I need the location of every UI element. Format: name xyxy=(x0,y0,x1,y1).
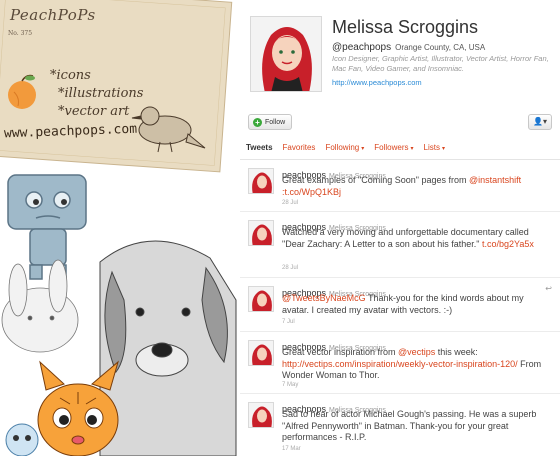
tweet-link[interactable]: http://vectips.com/inspiration/weekly-ve… xyxy=(282,359,518,369)
dog-sketch xyxy=(99,240,237,456)
card-logo: PeachPoPs xyxy=(10,6,96,24)
tweet-avatar[interactable] xyxy=(248,402,274,428)
profile-website-link[interactable]: http://www.peachpops.com xyxy=(332,78,422,87)
profile-avatar[interactable] xyxy=(250,16,322,92)
tweet-mention[interactable]: @vectips xyxy=(398,347,435,357)
card-line-icons: *icons xyxy=(50,68,91,83)
tweet-avatar[interactable] xyxy=(248,220,274,246)
profile-tabs: Tweets Favorites Following ▾ Followers ▾ L… xyxy=(240,136,560,160)
tab-favorites[interactable]: Favorites xyxy=(283,143,316,152)
tweet-avatar[interactable] xyxy=(248,168,274,194)
tweet-timestamp[interactable]: 7 May xyxy=(282,382,298,388)
blue-creature-icon xyxy=(5,423,39,456)
user-actions-button[interactable]: 👤▾ xyxy=(528,114,552,130)
card-number: No. 375 xyxy=(8,30,33,37)
tiger-cat-icon xyxy=(37,360,119,456)
tweet-timestamp[interactable]: 7 Jul xyxy=(282,319,295,325)
plus-icon: + xyxy=(253,117,262,127)
card-line-vector-art: *vector art xyxy=(58,104,130,119)
tweet-avatar[interactable] xyxy=(248,286,274,312)
tab-following[interactable]: Following ▾ xyxy=(325,143,364,152)
tweet-item[interactable]: peachpops Melissa Scroggins Watched a ver… xyxy=(240,214,560,278)
tweet-link[interactable]: t.co/bg2Ya5x xyxy=(482,239,534,249)
tweet-item[interactable]: peachpops Melissa Scroggins Great vector … xyxy=(240,334,560,394)
tweet-text: Great examples of "Coming Soon" pages fr… xyxy=(282,175,522,197)
tab-lists[interactable]: Lists ▾ xyxy=(424,143,445,152)
reply-icon[interactable]: ↩ xyxy=(545,284,552,293)
handle-location: @peachpops Orange County, CA, USA xyxy=(332,42,485,53)
profile-header: Melissa Scroggins @peachpops Orange Count… xyxy=(240,0,560,110)
avatar-portrait xyxy=(251,17,321,91)
background-illustration xyxy=(0,0,237,456)
tweet-avatar[interactable] xyxy=(248,340,274,366)
profile-name: Melissa Scroggins xyxy=(332,17,479,37)
robot-sketch xyxy=(7,174,87,280)
tweet-item[interactable]: peachpops Melissa Scroggins Sad to hear o… xyxy=(240,396,560,456)
tweet-link[interactable]: :t.co/WpQ1KBj xyxy=(282,187,341,197)
follow-label: Follow xyxy=(265,118,286,126)
tweet-text: Sad to hear of actor Michael Gough's pas… xyxy=(282,409,537,442)
tweet-timestamp[interactable]: 17 Mar xyxy=(282,446,301,452)
chevron-down-icon: ▾ xyxy=(361,146,365,152)
person-icon: 👤 xyxy=(533,117,543,126)
tab-followers[interactable]: Followers ▾ xyxy=(374,143,413,152)
profile-column: Melissa Scroggins @peachpops Orange Count… xyxy=(240,0,560,456)
profile-location: Orange County, CA, USA xyxy=(395,43,486,52)
user-menu-caret: ▾ xyxy=(542,117,547,126)
profile-handle: @peachpops xyxy=(332,42,392,53)
chevron-down-icon: ▾ xyxy=(410,146,414,152)
tweet-item[interactable]: peachpops Melissa Scroggins ↩ @TweetsByNa… xyxy=(240,280,560,332)
tweet-mention[interactable]: @instantshift xyxy=(469,175,521,185)
profile-bio: Icon Designer, Graphic Artist, Illustrat… xyxy=(332,54,549,73)
tab-tweets[interactable]: Tweets xyxy=(246,143,273,152)
follow-button[interactable]: + Follow xyxy=(248,114,292,130)
tweet-item[interactable]: peachpops Melissa Scroggins Great example… xyxy=(240,162,560,212)
tweet-timestamp[interactable]: 28 Jul xyxy=(282,265,298,271)
chevron-down-icon: ▾ xyxy=(441,146,445,152)
tweet-text: Great vector inspiration from @vectips t… xyxy=(282,347,542,380)
tweet-text: Watched a very moving and unforgettable … xyxy=(282,227,534,249)
tweet-mention[interactable]: @TweetsByNaeMcG xyxy=(282,293,366,303)
tweet-timestamp[interactable]: 28 Jul xyxy=(282,200,298,206)
card-line-illustrations: *illustrations xyxy=(58,86,144,101)
background-artwork: PeachPoPs No. 375 *icons *illustrations … xyxy=(0,0,240,456)
tweet-text: @TweetsByNaeMcG Thank-you for the kind w… xyxy=(282,293,524,315)
